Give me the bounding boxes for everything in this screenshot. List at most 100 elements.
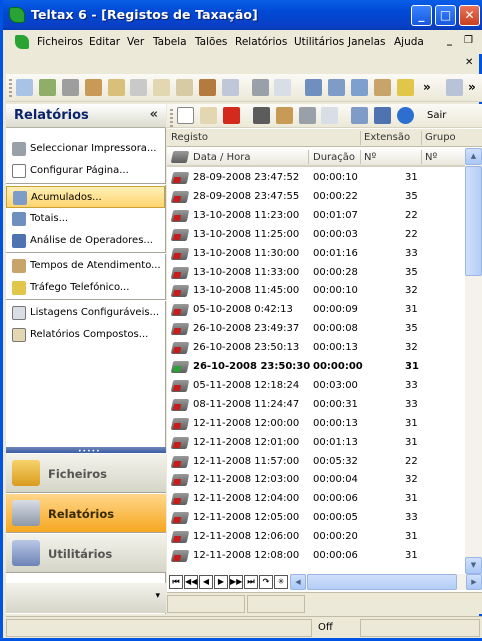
table-row[interactable]: 13-10-2008 11:23:00 00:01:07 22 xyxy=(167,207,465,226)
horizontal-scrollbar[interactable]: ◀ ▶ xyxy=(290,574,482,590)
sidebar-item-trafego-telefonico[interactable]: Tráfego Telefónico... xyxy=(6,277,165,299)
close-button[interactable]: ✕ xyxy=(459,5,480,26)
first-record-button[interactable]: ⏮ xyxy=(169,575,183,589)
table-row[interactable]: 26-10-2008 23:50:13 00:00:13 32 xyxy=(167,339,465,358)
toolbar-overflow-2[interactable]: » xyxy=(468,80,476,94)
table-row[interactable]: 12-11-2008 12:03:00 00:00:04 32 xyxy=(167,471,465,490)
sidebar-item-acumulados[interactable]: Acumulados... xyxy=(6,186,165,208)
table-row[interactable]: 08-11-2008 11:24:47 00:00:31 33 xyxy=(167,396,465,415)
calc-icon[interactable] xyxy=(305,79,322,96)
toolbar-grip[interactable] xyxy=(170,109,173,127)
table-row[interactable]: 05-10-2008 0:42:13 00:00:09 31 xyxy=(167,301,465,320)
insert-button[interactable]: ✳ xyxy=(274,575,288,589)
preview-icon[interactable] xyxy=(274,79,291,96)
next-record-button[interactable]: ▶ xyxy=(214,575,228,589)
table-row[interactable]: 13-10-2008 11:30:00 00:01:16 33 xyxy=(167,245,465,264)
mdi-close-button[interactable]: ✕ xyxy=(465,57,473,68)
print-grid-icon[interactable] xyxy=(299,107,316,124)
window-list-icon[interactable] xyxy=(446,79,463,96)
sidebar-item-configurar-pagina[interactable]: Configurar Página... xyxy=(6,160,165,182)
delete-record-icon[interactable] xyxy=(223,107,240,124)
sidebar-item-analise-operadores[interactable]: Análise de Operadores... xyxy=(6,230,165,252)
title-bar[interactable]: Teltax 6 - [Registos de Taxação] _ □ ✕ xyxy=(3,0,482,30)
preview-grid-icon[interactable] xyxy=(321,107,338,124)
scroll-thumb[interactable] xyxy=(465,166,482,276)
column-header-extension[interactable]: Nº xyxy=(364,152,376,163)
last-record-button[interactable]: ⏭ xyxy=(244,575,258,589)
sidebar-item-seleccionar-impressora[interactable]: Seleccionar Impressora... xyxy=(6,138,165,160)
nav-button-utilitarios[interactable]: Utilitários xyxy=(6,533,166,573)
table-row[interactable]: 28-09-2008 23:47:52 00:00:10 31 xyxy=(167,169,465,188)
table-row[interactable]: 12-11-2008 12:05:00 00:00:05 33 xyxy=(167,509,465,528)
app-logo-icon[interactable] xyxy=(9,7,25,23)
collapse-sidebar-button[interactable]: « xyxy=(150,107,158,122)
menu-janelas[interactable]: Janelas xyxy=(348,36,385,48)
table-row[interactable]: 12-11-2008 12:00:00 00:00:13 31 xyxy=(167,415,465,434)
sidebar-item-totais[interactable]: Totais... xyxy=(6,208,165,230)
table-row[interactable]: 05-11-2008 12:18:24 00:03:00 33 xyxy=(167,377,465,396)
table-row[interactable]: 12-11-2008 11:57:00 00:05:32 22 xyxy=(167,453,465,472)
export-icon[interactable] xyxy=(374,107,391,124)
phone-icon[interactable] xyxy=(62,79,79,96)
column-header-group[interactable]: Nº xyxy=(425,152,437,163)
maximize-button[interactable]: □ xyxy=(435,5,456,26)
exit-button[interactable]: Sair xyxy=(427,110,446,121)
table-row[interactable]: 26-10-2008 23:49:37 00:00:08 35 xyxy=(167,320,465,339)
minimize-button[interactable]: _ xyxy=(411,5,432,26)
menu-relatorios[interactable]: Relatórios xyxy=(235,36,287,48)
refresh-button[interactable]: ↷ xyxy=(259,575,273,589)
edit-icon[interactable] xyxy=(153,79,170,96)
menu-ver[interactable]: Ver xyxy=(127,36,144,48)
column-header-duration[interactable]: Duração xyxy=(313,152,355,163)
menu-ajuda[interactable]: Ajuda xyxy=(394,36,424,48)
grid-icon[interactable] xyxy=(328,79,345,96)
toolbar-grip[interactable] xyxy=(9,79,12,97)
nav-button-ficheiros[interactable]: Ficheiros xyxy=(6,453,166,493)
menu-ficheiros[interactable]: Ficheiros xyxy=(37,36,83,48)
find-icon[interactable] xyxy=(253,107,270,124)
traffic-icon[interactable] xyxy=(397,79,414,96)
handset-icon[interactable] xyxy=(130,79,147,96)
scroll-down-button[interactable]: ▼ xyxy=(465,557,482,574)
sidebar-item-relatorios-compostos[interactable]: Relatórios Compostos... xyxy=(6,324,165,346)
table-row[interactable]: 26-10-2008 23:50:30 00:00:00 31 xyxy=(167,358,465,377)
menu-taloes[interactable]: Talões xyxy=(195,36,227,48)
prev-record-button[interactable]: ◀ xyxy=(199,575,213,589)
phone-book-icon[interactable] xyxy=(39,79,56,96)
book-icon[interactable] xyxy=(199,79,216,96)
report-icon[interactable] xyxy=(222,79,239,96)
eraser-icon[interactable] xyxy=(176,79,193,96)
table-row[interactable]: 12-11-2008 12:08:00 00:00:06 31 xyxy=(167,547,465,566)
menu-tabela[interactable]: Tabela xyxy=(153,36,187,48)
columns-icon[interactable] xyxy=(351,107,368,124)
mdi-minimize-button[interactable]: _ xyxy=(447,35,452,46)
filter-icon[interactable] xyxy=(276,107,293,124)
scroll-right-button[interactable]: ▶ xyxy=(466,574,482,590)
scroll-left-button[interactable]: ◀ xyxy=(290,574,306,590)
menu-editar[interactable]: Editar xyxy=(89,36,120,48)
toolbar-overflow[interactable]: » xyxy=(423,80,431,94)
table-row[interactable]: 13-10-2008 11:45:00 00:00:10 32 xyxy=(167,282,465,301)
next-page-button[interactable]: ▶▶ xyxy=(229,575,243,589)
prev-page-button[interactable]: ◀◀ xyxy=(184,575,198,589)
new-record-icon[interactable] xyxy=(177,107,194,124)
table-row[interactable]: 13-10-2008 11:25:00 00:00:03 22 xyxy=(167,226,465,245)
mdi-document-icon[interactable] xyxy=(15,35,29,49)
operator-icon[interactable] xyxy=(374,79,391,96)
table-row[interactable]: 28-09-2008 23:47:55 00:00:22 35 xyxy=(167,188,465,207)
column-header-datetime[interactable]: Data / Hora xyxy=(193,152,250,163)
table-icon[interactable] xyxy=(351,79,368,96)
table-row[interactable]: 12-11-2008 12:04:00 00:00:06 31 xyxy=(167,490,465,509)
sidebar-item-listagens-configuraveis[interactable]: Listagens Configuráveis... xyxy=(6,302,165,324)
vertical-scrollbar[interactable]: ▲ ▼ xyxy=(465,148,482,574)
edit-record-icon[interactable] xyxy=(200,107,217,124)
nav-options-button[interactable]: ▾ xyxy=(155,591,160,601)
table-row[interactable]: 12-11-2008 12:01:00 00:01:13 31 xyxy=(167,434,465,453)
table-row[interactable]: 13-10-2008 11:33:00 00:00:28 35 xyxy=(167,264,465,283)
sidebar-item-tempos-atendimento[interactable]: Tempos de Atendimento... xyxy=(6,255,165,277)
open-icon[interactable] xyxy=(16,79,33,96)
tag-icon[interactable] xyxy=(108,79,125,96)
info-icon[interactable] xyxy=(397,107,414,124)
menu-utilitarios[interactable]: Utilitários xyxy=(294,36,344,48)
nav-button-relatorios[interactable]: Relatórios xyxy=(6,493,166,533)
